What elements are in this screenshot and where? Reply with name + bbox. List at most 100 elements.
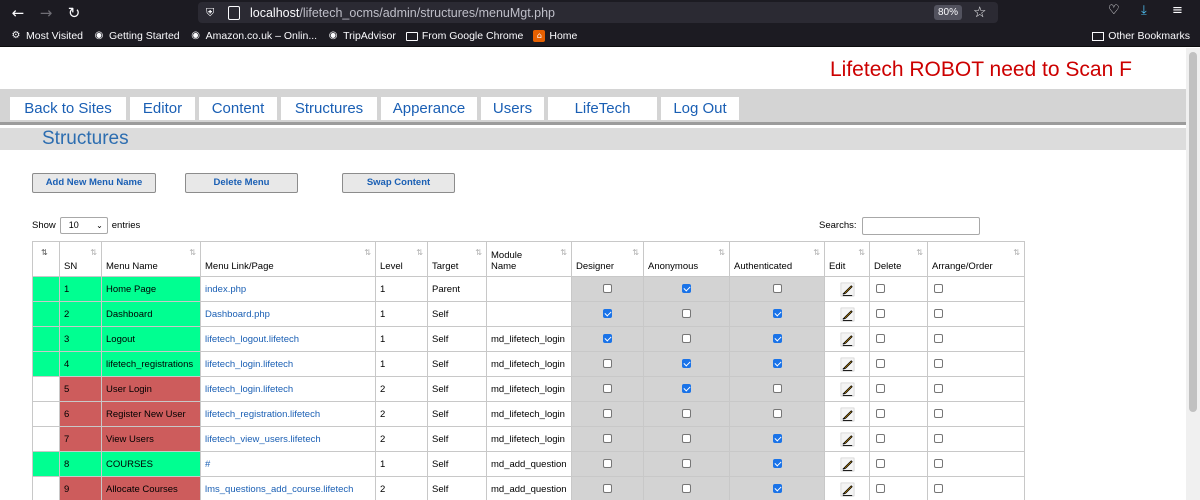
delete-checkbox[interactable] [876, 309, 885, 319]
authenticated-checkbox[interactable] [772, 309, 782, 319]
row-select-cell[interactable] [32, 376, 60, 402]
sort-icon[interactable]: ⇅ [416, 248, 423, 257]
entries-select[interactable]: 10 ⌄ [59, 217, 108, 234]
delete-menu-button[interactable]: Delete Menu [185, 173, 298, 193]
anonymous-checkbox[interactable] [682, 484, 691, 494]
column-header[interactable]: Menu Name ⇅ [101, 241, 201, 277]
row-select-cell[interactable] [32, 301, 60, 327]
menu-link-cell[interactable]: lifetech_view_users.lifetech [200, 426, 376, 452]
row-select-cell[interactable] [32, 426, 60, 452]
authenticated-checkbox[interactable] [772, 334, 782, 344]
pocket-icon[interactable]: ♡ [1108, 3, 1120, 18]
menu-icon[interactable]: ≡ [1172, 3, 1183, 18]
bookmark-tripadvisor[interactable]: ◉ TripAdvisor [327, 30, 396, 42]
address-bar[interactable]: ⛨ localhost/lifetech_ocms/admin/structur… [198, 2, 998, 23]
delete-checkbox[interactable] [876, 434, 885, 444]
anonymous-checkbox[interactable] [682, 409, 691, 419]
swap-content-button[interactable]: Swap Content [342, 173, 455, 193]
anonymous-checkbox[interactable] [682, 384, 691, 394]
scrollbar-thumb[interactable] [1189, 52, 1197, 412]
order-checkbox[interactable] [934, 359, 943, 369]
designer-checkbox[interactable] [603, 409, 612, 419]
designer-checkbox[interactable] [603, 334, 612, 344]
delete-checkbox[interactable] [876, 409, 885, 419]
menu-apperance[interactable]: Apperance [381, 97, 477, 120]
menu-content[interactable]: Content [199, 97, 277, 120]
sort-icon[interactable]: ⇅ [189, 248, 196, 257]
column-header[interactable]: Authenticated ⇅ [729, 241, 825, 277]
row-select-cell[interactable] [32, 326, 60, 352]
menu-back-to-sites[interactable]: Back to Sites [10, 97, 126, 120]
bookmark-most-visited[interactable]: ⚙ Most Visited [10, 30, 83, 42]
shield-icon[interactable]: ⛨ [206, 6, 220, 20]
designer-checkbox[interactable] [603, 434, 612, 444]
sort-icon[interactable]: ⇅ [916, 248, 923, 257]
sort-active-icon[interactable]: ⇅ [41, 248, 48, 257]
menu-link-cell[interactable]: lms_questions_add_course.lifetech [200, 476, 376, 500]
designer-checkbox[interactable] [603, 484, 612, 494]
order-checkbox[interactable] [934, 484, 943, 494]
delete-checkbox[interactable] [876, 284, 885, 294]
column-header[interactable]: Arrange/Order ⇅ [927, 241, 1025, 277]
edit-pencil-icon[interactable] [840, 457, 855, 471]
row-select-cell[interactable] [32, 476, 60, 500]
bookmark-from-google-chrome[interactable]: From Google Chrome [405, 30, 523, 42]
sort-icon[interactable]: ⇅ [475, 248, 482, 257]
edit-pencil-icon[interactable] [840, 357, 855, 371]
edit-pencil-icon[interactable] [840, 382, 855, 396]
column-header[interactable]: Target ⇅ [427, 241, 487, 277]
delete-checkbox[interactable] [876, 459, 885, 469]
anonymous-checkbox[interactable] [682, 309, 691, 319]
order-checkbox[interactable] [934, 309, 943, 319]
order-checkbox[interactable] [934, 459, 943, 469]
order-checkbox[interactable] [934, 434, 943, 444]
designer-checkbox[interactable] [603, 384, 612, 394]
order-checkbox[interactable] [934, 284, 943, 294]
order-checkbox[interactable] [934, 384, 943, 394]
menu-structures[interactable]: Structures [281, 97, 377, 120]
menu-link-cell[interactable]: lifetech_logout.lifetech [200, 326, 376, 352]
edit-pencil-icon[interactable] [840, 332, 855, 346]
edit-pencil-icon[interactable] [840, 432, 855, 446]
row-select-cell[interactable] [32, 401, 60, 427]
menu-link-cell[interactable]: lifetech_login.lifetech [200, 351, 376, 377]
sort-icon[interactable]: ⇅ [364, 248, 371, 257]
authenticated-checkbox[interactable] [772, 359, 782, 369]
star-icon[interactable]: ☆ [973, 3, 986, 21]
anonymous-checkbox[interactable] [682, 434, 691, 444]
other-bookmarks[interactable]: Other Bookmarks [1092, 30, 1190, 42]
menu-editor[interactable]: Editor [130, 97, 195, 120]
menu-link-cell[interactable]: index.php [200, 276, 376, 302]
designer-checkbox[interactable] [603, 459, 612, 469]
edit-pencil-icon[interactable] [840, 407, 855, 421]
column-header[interactable]: Level ⇅ [375, 241, 428, 277]
column-header[interactable]: Delete ⇅ [869, 241, 928, 277]
add-menu-button[interactable]: Add New Menu Name [32, 173, 156, 193]
sort-icon[interactable]: ⇅ [632, 248, 639, 257]
designer-checkbox[interactable] [603, 309, 612, 319]
column-header[interactable]: Anonymous ⇅ [643, 241, 730, 277]
column-header[interactable]: Edit ⇅ [824, 241, 870, 277]
row-select-cell[interactable] [32, 276, 60, 302]
sort-icon[interactable]: ⇅ [90, 248, 97, 257]
column-header[interactable]: SN ⇅ [59, 241, 102, 277]
delete-checkbox[interactable] [876, 484, 885, 494]
menu-link-cell[interactable]: Dashboard.php [200, 301, 376, 327]
column-header[interactable]: Designer ⇅ [571, 241, 644, 277]
bookmark-home[interactable]: ⌂ Home [533, 30, 577, 42]
anonymous-checkbox[interactable] [682, 459, 691, 469]
search-input[interactable] [862, 217, 980, 235]
sort-icon[interactable]: ⇅ [718, 248, 725, 257]
page-scrollbar[interactable] [1186, 48, 1200, 500]
anonymous-checkbox[interactable] [682, 284, 691, 294]
designer-checkbox[interactable] [603, 359, 612, 369]
reload-icon[interactable]: ↻ [64, 3, 84, 23]
sort-icon[interactable]: ⇅ [858, 248, 865, 257]
menu-lifetech[interactable]: LifeTech [548, 97, 657, 120]
bookmark-getting-started[interactable]: ◉ Getting Started [93, 30, 180, 42]
authenticated-checkbox[interactable] [772, 284, 782, 294]
authenticated-checkbox[interactable] [772, 434, 782, 444]
column-header[interactable]: Menu Link/Page ⇅ [200, 241, 376, 277]
row-select-cell[interactable] [32, 351, 60, 377]
order-checkbox[interactable] [934, 409, 943, 419]
